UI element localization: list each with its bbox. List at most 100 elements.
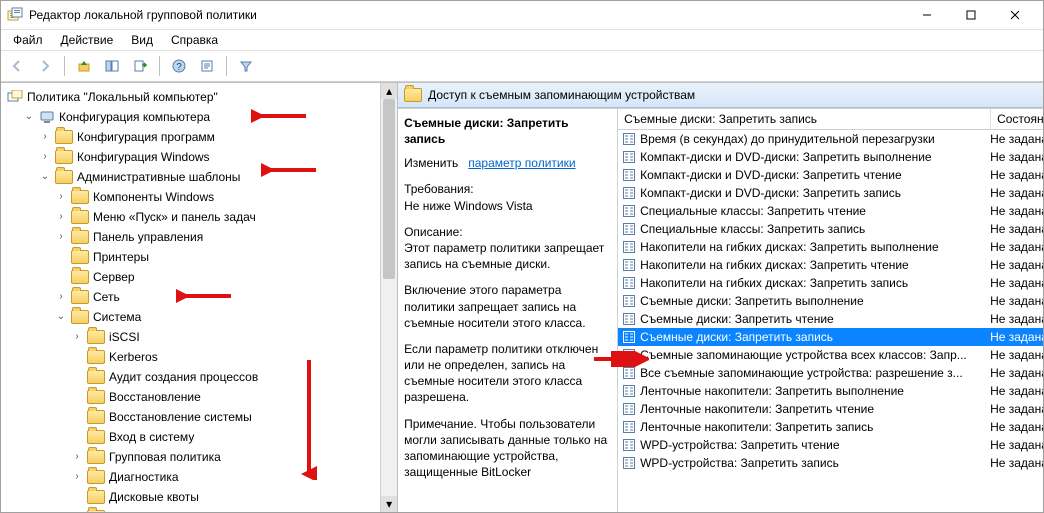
expand-icon[interactable]: › <box>71 451 83 463</box>
policy-state: Не задана <box>986 294 1044 308</box>
policy-name: Компакт-диски и DVD-диски: Запретить зап… <box>640 186 901 200</box>
tree-label: Конфигурация компьютера <box>59 110 210 124</box>
tree-system[interactable]: ⌄Система <box>53 307 378 327</box>
folder-icon <box>87 370 105 384</box>
tree-item[interactable]: ›Сеть <box>53 287 378 307</box>
scroll-up-icon[interactable]: ▴ <box>381 83 397 99</box>
policy-state: Не задана <box>986 186 1044 200</box>
tree-item[interactable]: Восстановление <box>69 387 378 407</box>
policy-row[interactable]: WPD-устройства: Запретить записьНе задан… <box>618 454 1044 472</box>
policy-row[interactable]: Ленточные накопители: Запретить записьНе… <box>618 418 1044 436</box>
policy-root-icon <box>7 90 23 104</box>
properties-button[interactable] <box>195 54 219 78</box>
policy-icon <box>622 204 636 218</box>
export-list-button[interactable] <box>128 54 152 78</box>
expand-icon[interactable]: › <box>39 131 51 143</box>
policy-icon <box>622 150 636 164</box>
policy-name: Ленточные накопители: Запретить запись <box>640 420 873 434</box>
tree-item[interactable]: ›Групповая политика <box>69 447 378 467</box>
policy-row[interactable]: Накопители на гибких дисках: Запретить ч… <box>618 256 1044 274</box>
maximize-button[interactable] <box>949 1 993 29</box>
policy-row[interactable]: Съемные диски: Запретить выполнениеНе за… <box>618 292 1044 310</box>
close-button[interactable] <box>993 1 1037 29</box>
tree-root[interactable]: Политика "Локальный компьютер" <box>5 87 378 107</box>
policy-state: Не задана <box>986 384 1044 398</box>
tree-item[interactable]: Аудит создания процессов <box>69 367 378 387</box>
folder-icon <box>87 330 105 344</box>
collapse-icon[interactable]: ⌄ <box>23 111 35 123</box>
help-button[interactable]: ? <box>167 54 191 78</box>
minimize-button[interactable] <box>905 1 949 29</box>
policy-row[interactable]: Ленточные накопители: Запретить выполнен… <box>618 382 1044 400</box>
tree-computer-config[interactable]: ⌄ Конфигурация компьютера <box>21 107 378 127</box>
policy-row[interactable]: Специальные классы: Запретить записьНе з… <box>618 220 1044 238</box>
menu-file[interactable]: Файл <box>5 31 51 49</box>
expand-icon[interactable]: › <box>39 151 51 163</box>
expand-icon[interactable]: › <box>55 211 67 223</box>
policy-row[interactable]: Съемные запоминающие устройства всех кла… <box>618 346 1044 364</box>
policy-row[interactable]: Все съемные запоминающие устройства: раз… <box>618 364 1044 382</box>
folder-icon <box>71 190 89 204</box>
filter-button[interactable] <box>234 54 258 78</box>
policy-row[interactable]: Компакт-диски и DVD-диски: Запретить вып… <box>618 148 1044 166</box>
collapse-icon[interactable]: ⌄ <box>55 311 67 323</box>
policy-row[interactable]: WPD-устройства: Запретить чтениеНе задан… <box>618 436 1044 454</box>
up-folder-button[interactable] <box>72 54 96 78</box>
tree-item[interactable]: Дисковые квоты <box>69 487 378 507</box>
tree-label: iSCSI <box>109 330 140 344</box>
policy-icon <box>622 132 636 146</box>
back-button[interactable] <box>5 54 29 78</box>
col-state[interactable]: Состояние <box>991 109 1044 129</box>
tree-item[interactable]: ›Конфигурация Windows <box>37 147 378 167</box>
policy-state: Не задана <box>986 258 1044 272</box>
col-setting[interactable]: Съемные диски: Запретить запись <box>618 109 991 129</box>
tree-item[interactable]: Принтеры <box>53 247 378 267</box>
expand-icon[interactable]: › <box>71 331 83 343</box>
policy-icon <box>622 456 636 470</box>
tree-label: Дисковые квоты <box>109 490 199 504</box>
tree-item[interactable]: ›Диспетчер сервера <box>69 507 378 512</box>
policy-icon <box>622 294 636 308</box>
tree-admin-templates[interactable]: ⌄Административные шаблоны <box>37 167 378 187</box>
policy-icon <box>622 258 636 272</box>
expand-icon[interactable]: › <box>71 511 83 512</box>
edit-policy-link[interactable]: параметр политики <box>468 156 575 170</box>
scroll-thumb[interactable] <box>383 99 395 279</box>
folder-icon <box>87 510 105 512</box>
expand-icon[interactable]: › <box>71 471 83 483</box>
policy-row[interactable]: Накопители на гибких дисках: Запретить в… <box>618 238 1044 256</box>
tree-item[interactable]: ›Компоненты Windows <box>53 187 378 207</box>
tree-scrollbar[interactable]: ▴ ▾ <box>380 83 397 512</box>
policy-icon <box>622 384 636 398</box>
policy-icon <box>622 186 636 200</box>
expand-icon[interactable]: › <box>55 191 67 203</box>
tree-item[interactable]: Сервер <box>53 267 378 287</box>
collapse-icon[interactable]: ⌄ <box>39 171 51 183</box>
policy-row[interactable]: Компакт-диски и DVD-диски: Запретить зап… <box>618 184 1044 202</box>
policy-row[interactable]: Специальные классы: Запретить чтениеНе з… <box>618 202 1044 220</box>
policy-row[interactable]: Съемные диски: Запретить чтениеНе задана <box>618 310 1044 328</box>
tree-item[interactable]: ›Панель управления <box>53 227 378 247</box>
menu-action[interactable]: Действие <box>53 31 122 49</box>
policy-row[interactable]: Накопители на гибких дисках: Запретить з… <box>618 274 1044 292</box>
tree-item[interactable]: › iSCSI <box>69 327 378 347</box>
policy-row[interactable]: Время (в секундах) до принудительной пер… <box>618 130 1044 148</box>
scroll-down-icon[interactable]: ▾ <box>381 496 397 512</box>
policy-name: Компакт-диски и DVD-диски: Запретить вып… <box>640 150 932 164</box>
policy-row[interactable]: Компакт-диски и DVD-диски: Запретить чте… <box>618 166 1044 184</box>
expand-icon[interactable]: › <box>55 291 67 303</box>
tree-item[interactable]: Вход в систему <box>69 427 378 447</box>
tree-item[interactable]: Kerberos <box>69 347 378 367</box>
tree-item[interactable]: ›Конфигурация программ <box>37 127 378 147</box>
expand-icon[interactable]: › <box>55 231 67 243</box>
tree-item[interactable]: Восстановление системы <box>69 407 378 427</box>
policy-tree[interactable]: Политика "Локальный компьютер" ⌄ Конфигу… <box>1 83 380 512</box>
forward-button[interactable] <box>33 54 57 78</box>
show-hide-tree-button[interactable] <box>100 54 124 78</box>
menu-help[interactable]: Справка <box>163 31 226 49</box>
policy-row[interactable]: Ленточные накопители: Запретить чтениеНе… <box>618 400 1044 418</box>
policy-row[interactable]: Съемные диски: Запретить записьНе задана <box>618 328 1044 346</box>
tree-item[interactable]: ›Меню «Пуск» и панель задач <box>53 207 378 227</box>
tree-item[interactable]: ›Диагностика <box>69 467 378 487</box>
menu-view[interactable]: Вид <box>123 31 161 49</box>
